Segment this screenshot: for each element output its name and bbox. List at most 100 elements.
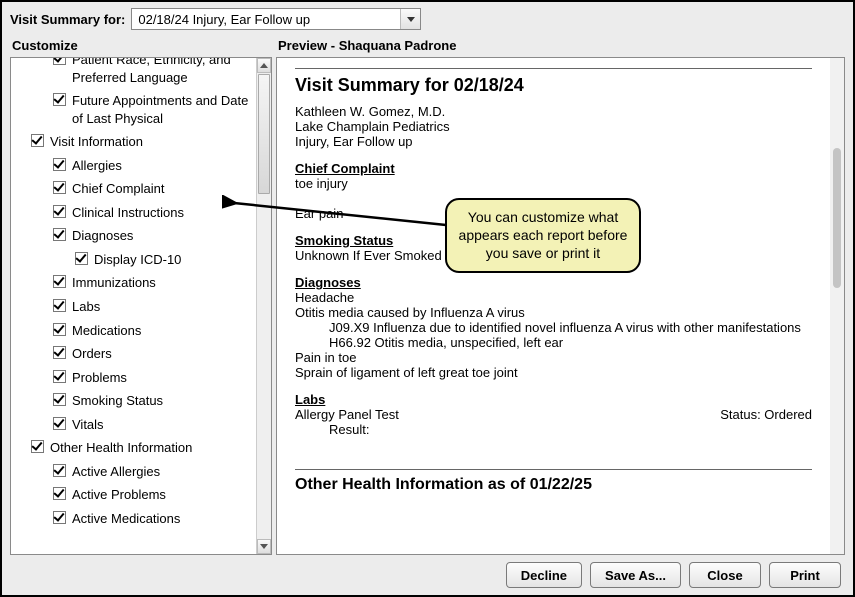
customize-item[interactable]: Diagnoses: [13, 224, 254, 248]
customize-item-label: Future Appointments and Date of Last Phy…: [72, 92, 254, 127]
customize-item-label: Medications: [72, 322, 141, 340]
checkbox[interactable]: [53, 417, 66, 430]
checkbox[interactable]: [53, 346, 66, 359]
print-button[interactable]: Print: [769, 562, 841, 588]
customize-item-label: Orders: [72, 345, 112, 363]
checkbox[interactable]: [53, 158, 66, 171]
customize-item-label: Immunizations: [72, 274, 156, 292]
checkbox[interactable]: [53, 228, 66, 241]
checkbox[interactable]: [53, 57, 66, 65]
labs-row: Allergy Panel Test Status: Ordered: [295, 407, 812, 422]
scroll-down-button[interactable]: [257, 539, 271, 554]
preview-practice: Lake Champlain Pediatrics: [295, 119, 812, 134]
customize-scrollbar[interactable]: [256, 58, 271, 554]
labs-result-label: Result:: [295, 422, 812, 437]
customize-item-label: Chief Complaint: [72, 180, 165, 198]
customize-item[interactable]: Patient Race, Ethnicity, and Preferred L…: [13, 57, 254, 89]
checkbox[interactable]: [53, 370, 66, 383]
checkbox[interactable]: [53, 487, 66, 500]
checkbox[interactable]: [53, 393, 66, 406]
visit-dropdown-button[interactable]: [400, 9, 420, 29]
main-columns: Customize Patient Race, Ethnicity, and P…: [10, 36, 845, 555]
section-labs-head: Labs: [295, 392, 812, 407]
customize-item[interactable]: Active Problems: [13, 483, 254, 507]
chevron-down-icon: [260, 544, 268, 549]
diagnosis-line: Pain in toe: [295, 350, 812, 365]
diagnosis-line: H66.92 Otitis media, unspecified, left e…: [295, 335, 812, 350]
customize-tree[interactable]: Patient Race, Ethnicity, and Preferred L…: [11, 57, 256, 554]
customize-item[interactable]: Active Allergies: [13, 460, 254, 484]
customize-item-label: Display ICD-10: [94, 251, 181, 269]
customize-item[interactable]: Display ICD-10: [13, 248, 254, 272]
customize-item[interactable]: Vitals: [13, 413, 254, 437]
checkbox[interactable]: [53, 323, 66, 336]
customize-item[interactable]: Problems: [13, 366, 254, 390]
close-button[interactable]: Close: [689, 562, 761, 588]
customize-item[interactable]: Chief Complaint: [13, 177, 254, 201]
customize-item[interactable]: Smoking Status: [13, 389, 254, 413]
chevron-up-icon: [260, 63, 268, 68]
customize-item[interactable]: Active Medications: [13, 507, 254, 531]
customize-item[interactable]: Clinical Instructions: [13, 201, 254, 225]
customize-item[interactable]: Other Health Information: [13, 436, 254, 460]
customize-item-label: Visit Information: [50, 133, 143, 151]
customize-item[interactable]: Future Appointments and Date of Last Phy…: [13, 89, 254, 130]
section-diagnoses-head: Diagnoses: [295, 275, 812, 290]
customize-heading: Customize: [10, 36, 272, 57]
labs-status: Status: Ordered: [720, 407, 812, 422]
checkbox[interactable]: [53, 299, 66, 312]
preview-scrollbar[interactable]: [830, 58, 844, 554]
divider: [295, 469, 812, 470]
customize-item[interactable]: Labs: [13, 295, 254, 319]
divider: [295, 68, 812, 69]
customize-item-label: Clinical Instructions: [72, 204, 184, 222]
button-bar: Decline Save As... Close Print: [10, 555, 845, 595]
customize-item[interactable]: Immunizations: [13, 271, 254, 295]
diagnosis-line: Headache: [295, 290, 812, 305]
decline-button[interactable]: Decline: [506, 562, 582, 588]
section-chief-complaint-head: Chief Complaint: [295, 161, 812, 176]
visit-summary-for-label: Visit Summary for:: [10, 12, 125, 27]
checkbox[interactable]: [31, 440, 44, 453]
customize-list-box: Patient Race, Ethnicity, and Preferred L…: [10, 57, 272, 555]
preview-title: Visit Summary for 02/18/24: [295, 75, 812, 96]
visit-dropdown-value: 02/18/24 Injury, Ear Follow up: [138, 12, 398, 27]
scrollbar-thumb[interactable]: [833, 148, 841, 288]
checkbox[interactable]: [53, 275, 66, 288]
preview-provider: Kathleen W. Gomez, M.D.: [295, 104, 812, 119]
customize-item[interactable]: Visit Information: [13, 130, 254, 154]
customize-item[interactable]: Medications: [13, 319, 254, 343]
customize-callout: You can customize what appears each repo…: [445, 198, 641, 273]
checkbox[interactable]: [53, 181, 66, 194]
customize-item-label: Problems: [72, 369, 127, 387]
customize-item-label: Smoking Status: [72, 392, 163, 410]
scrollbar-thumb[interactable]: [258, 74, 270, 194]
customize-item-label: Labs: [72, 298, 100, 316]
customize-item-label: Other Health Information: [50, 439, 192, 457]
checkbox[interactable]: [75, 252, 88, 265]
customize-item-label: Patient Race, Ethnicity, and Preferred L…: [72, 57, 254, 86]
diagnosis-line: J09.X9 Influenza due to identified novel…: [295, 320, 812, 335]
diagnosis-line: Sprain of ligament of left great toe joi…: [295, 365, 812, 380]
visit-summary-dialog: Visit Summary for: 02/18/24 Injury, Ear …: [0, 0, 855, 597]
checkbox[interactable]: [53, 464, 66, 477]
other-health-heading: Other Health Information as of 01/22/25: [295, 476, 812, 494]
checkbox[interactable]: [53, 511, 66, 524]
customize-item-label: Active Allergies: [72, 463, 160, 481]
visit-dropdown[interactable]: 02/18/24 Injury, Ear Follow up: [131, 8, 421, 30]
customize-column: Customize Patient Race, Ethnicity, and P…: [10, 36, 272, 555]
customize-item[interactable]: Allergies: [13, 154, 254, 178]
header-row: Visit Summary for: 02/18/24 Injury, Ear …: [10, 8, 845, 30]
checkbox[interactable]: [53, 93, 66, 106]
customize-item-label: Active Problems: [72, 486, 166, 504]
chevron-down-icon: [407, 17, 415, 22]
preview-column: Preview - Shaquana Padrone Visit Summary…: [276, 36, 845, 555]
checkbox[interactable]: [31, 134, 44, 147]
save-as-button[interactable]: Save As...: [590, 562, 681, 588]
labs-test-name: Allergy Panel Test: [295, 407, 399, 422]
customize-item[interactable]: Orders: [13, 342, 254, 366]
preview-visit-type: Injury, Ear Follow up: [295, 134, 812, 149]
checkbox[interactable]: [53, 205, 66, 218]
scroll-up-button[interactable]: [257, 58, 271, 73]
diagnosis-line: Otitis media caused by Influenza A virus: [295, 305, 812, 320]
